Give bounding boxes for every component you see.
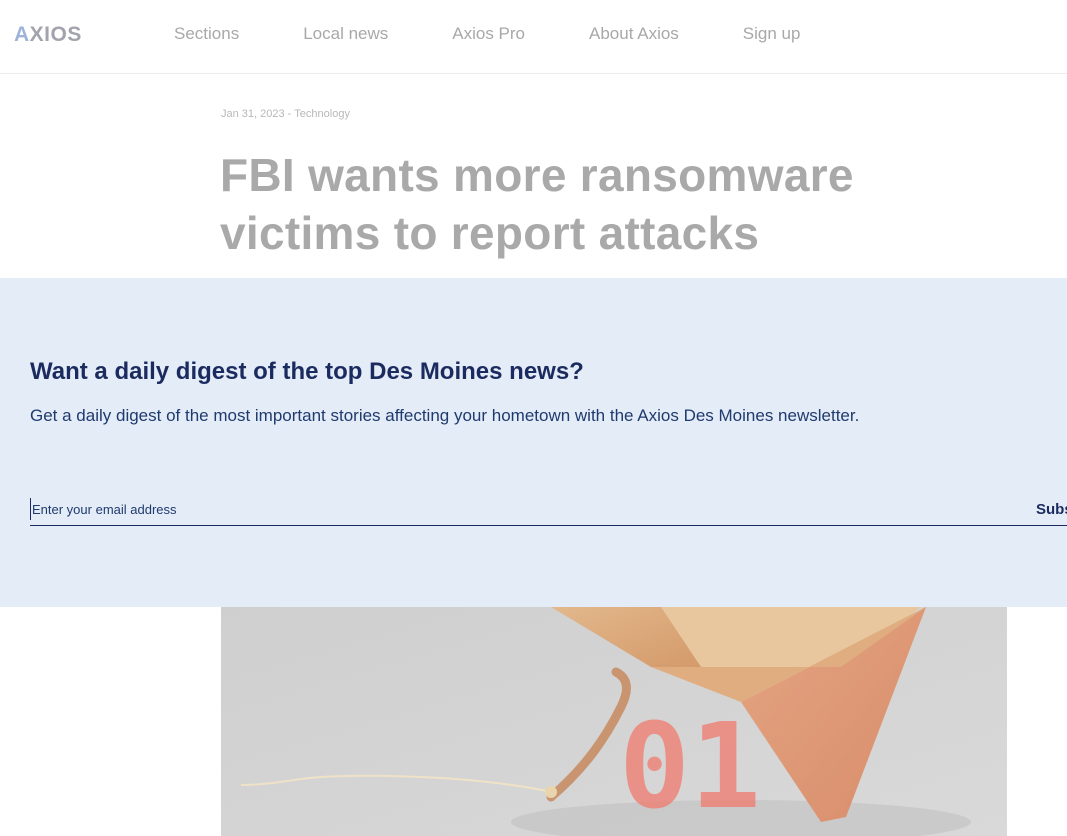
nav-sign-up[interactable]: Sign up bbox=[743, 24, 801, 44]
article-category-link[interactable]: Technology bbox=[294, 108, 350, 120]
box-trap-illustration: 01 bbox=[221, 607, 1007, 836]
subscribe-button[interactable]: Subscribe bbox=[1036, 496, 1067, 522]
email-input[interactable] bbox=[30, 498, 990, 520]
article-meta: Jan 31, 2023- Technology bbox=[221, 108, 350, 120]
main-nav: Sections Local news Axios Pro About Axio… bbox=[174, 22, 800, 46]
newsletter-description: Get a daily digest of the most important… bbox=[30, 406, 860, 425]
hero-digits: 01 bbox=[619, 697, 761, 835]
article-headline: FBI wants more ransomware victims to rep… bbox=[220, 149, 854, 259]
article-date: Jan 31, 2023 bbox=[221, 108, 285, 120]
newsletter-title: Want a daily digest of the top Des Moine… bbox=[30, 358, 584, 385]
site-header: AXIOS Sections Local news Axios Pro Abou… bbox=[0, 0, 1067, 74]
nav-sections[interactable]: Sections bbox=[174, 24, 239, 44]
axios-logo[interactable]: AXIOS bbox=[14, 23, 82, 47]
email-signup-form: Subscribe bbox=[30, 496, 1067, 526]
nav-about-axios[interactable]: About Axios bbox=[589, 24, 679, 44]
logo-wordmark: AXIOS bbox=[14, 23, 82, 46]
newsletter-signup-banner: Want a daily digest of the top Des Moine… bbox=[0, 278, 1067, 607]
nav-axios-pro[interactable]: Axios Pro bbox=[452, 24, 525, 44]
nav-local-news[interactable]: Local news bbox=[303, 24, 388, 44]
hero-image: 01 bbox=[221, 607, 1007, 836]
meta-separator: - bbox=[287, 108, 292, 120]
